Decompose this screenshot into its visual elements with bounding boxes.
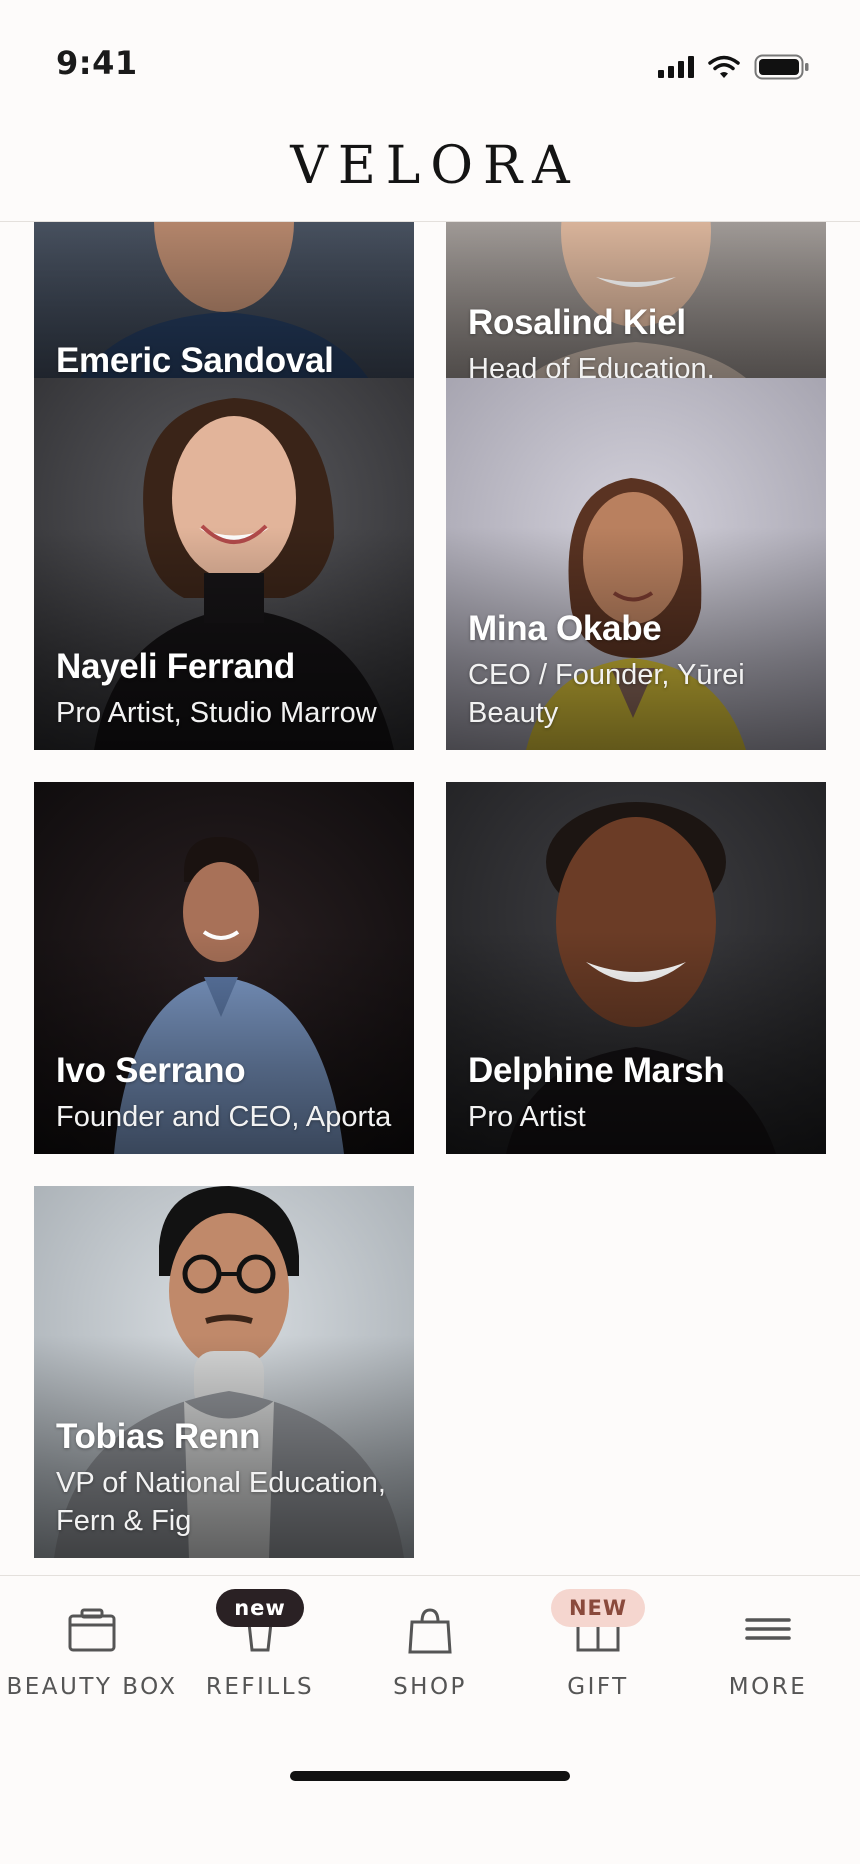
person-name: Nayeli Ferrand — [56, 647, 295, 686]
box-icon — [68, 1608, 116, 1652]
status-bar: 9:41 — [0, 0, 860, 110]
tab-label: SHOP — [393, 1674, 467, 1700]
tab-beauty-box[interactable]: BEAUTY BOX — [6, 1576, 178, 1706]
people-grid: Emeric Sandoval Pro Artist, Halvard Atel… — [0, 222, 860, 1575]
home-indicator[interactable] — [290, 1771, 570, 1781]
person-role: Founder and CEO, Aporta — [56, 1101, 392, 1133]
person-role: VP of National Education, Fern & Fig — [56, 1467, 386, 1537]
wifi-icon — [708, 55, 740, 78]
tab-gift[interactable]: NEW GIFT — [512, 1576, 684, 1706]
person-card-nayeli-ferrand[interactable]: Nayeli Ferrand Pro Artist, Studio Marrow — [34, 378, 414, 750]
new-badge: new — [216, 1589, 304, 1627]
menu-icon — [745, 1618, 791, 1640]
person-name: Rosalind Kiel — [468, 303, 686, 342]
person-name: Delphine Marsh — [468, 1051, 725, 1090]
brand-logo[interactable]: VELORA — [280, 136, 579, 196]
new-badge: NEW — [550, 1589, 646, 1627]
tab-shop[interactable]: SHOP — [344, 1576, 516, 1706]
shopping-bag-icon — [408, 1608, 452, 1654]
person-card-mina-okabe[interactable]: Mina Okabe CEO / Founder, Yūrei Beauty — [446, 378, 826, 750]
person-role: Pro Artist — [468, 1101, 586, 1133]
tab-label: REFILLS — [205, 1674, 315, 1700]
person-name: Tobias Renn — [56, 1417, 261, 1456]
person-role: CEO / Founder, Yūrei Beauty — [468, 659, 745, 729]
person-name: Mina Okabe — [468, 609, 662, 648]
tab-more[interactable]: MORE — [682, 1576, 854, 1706]
bottom-tab-bar: BEAUTY BOX new REFILLS SHOP NEW GIFT MOR… — [0, 1575, 860, 1864]
tab-refills[interactable]: new REFILLS — [174, 1576, 346, 1706]
battery-icon — [754, 54, 809, 80]
person-card-ivo-serrano[interactable]: Ivo Serrano Founder and CEO, Aporta — [34, 782, 414, 1154]
person-card-delphine-marsh[interactable]: Delphine Marsh Pro Artist — [446, 782, 826, 1154]
app-header: VELORA — [0, 110, 860, 222]
person-role: Pro Artist, Studio Marrow — [56, 697, 377, 729]
person-name: Ivo Serrano — [56, 1051, 246, 1090]
tab-label: GIFT — [567, 1674, 629, 1700]
person-card-tobias-renn[interactable]: Tobias Renn VP of National Education, Fe… — [34, 1186, 414, 1558]
tab-label: MORE — [728, 1674, 808, 1700]
cellular-signal-icon — [658, 56, 694, 78]
status-icons — [658, 54, 810, 80]
status-time: 9:41 — [56, 44, 138, 82]
person-name: Emeric Sandoval — [56, 341, 334, 380]
tab-label: BEAUTY BOX — [6, 1674, 178, 1700]
